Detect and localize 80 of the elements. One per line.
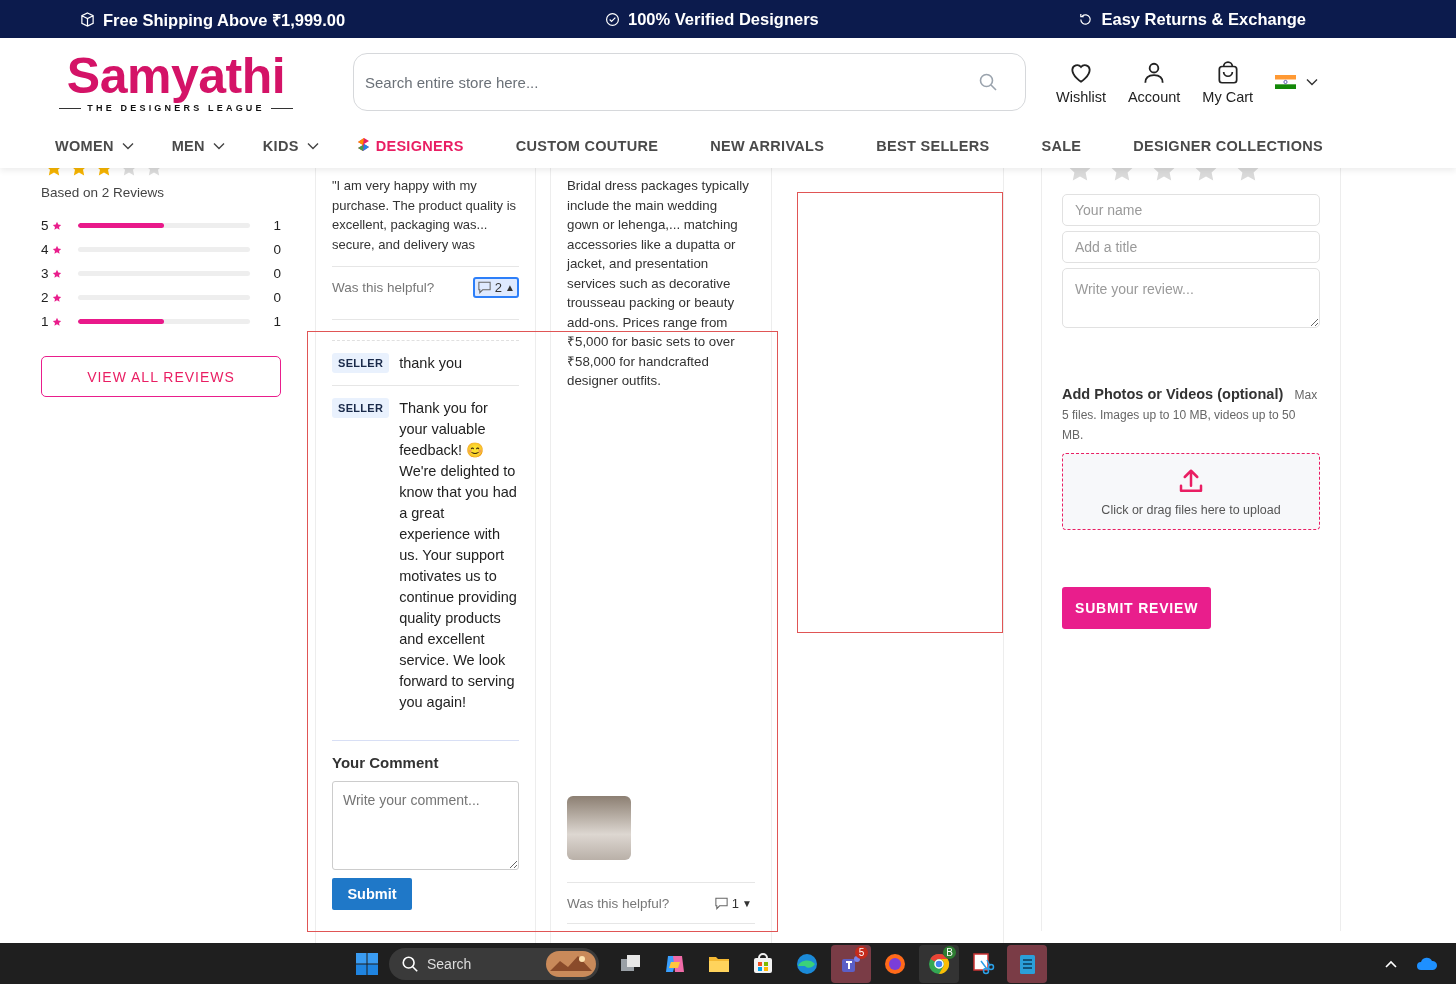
rating-count: 0	[273, 290, 281, 305]
rating-count: 1	[273, 314, 281, 329]
box-icon	[80, 11, 95, 27]
rating-count: 0	[273, 266, 281, 281]
comment-heading: Your Comment	[332, 754, 440, 771]
header-link[interactable]: Wishlist	[1056, 59, 1106, 105]
shopping-bag-icon[interactable]	[751, 951, 775, 976]
seller-badge: SELLER	[332, 353, 390, 373]
upload-instructions: Add Photos or Videos (optional) Max 5 files. Images up to 10 MB, videos up to 50 MB.	[1062, 385, 1319, 444]
header-link[interactable]: My Cart	[1202, 59, 1254, 105]
review-input[interactable]: Write your review...	[1062, 268, 1320, 328]
star-icon	[52, 316, 62, 327]
text-input[interactable]: Your name	[1062, 194, 1320, 226]
search-icon	[978, 72, 998, 92]
file-dropzone[interactable]: Click or drag files here to upload	[1062, 453, 1320, 530]
review-text: "I am very happy with my purchase. The product quality is excellent, packaging was... secure, and delivery was	[332, 177, 518, 254]
view-all-reviews-button[interactable]: VIEW ALL REVIEWS	[41, 356, 281, 397]
announcement-text: Free Shipping Above ₹1,999.00	[103, 9, 346, 31]
chevron-down-icon	[212, 142, 225, 150]
logo-wordmark[interactable]: Samyathi	[66, 51, 286, 101]
nav-link[interactable]: BEST SELLERS	[876, 138, 990, 154]
rating-label: 4	[41, 242, 50, 257]
dropzone-text: Click or drag files here to upload	[1101, 502, 1281, 517]
rating-count: 0	[273, 242, 281, 257]
submit-button[interactable]: Submit	[332, 878, 412, 910]
comment-icon	[713, 895, 729, 911]
nav-link[interactable]: WOMEN	[55, 138, 134, 154]
reply-text: Thank you for your valuable feedback! 😊 We're delighted to know that you had a great experience with us. Your support motivates us to continue providing quality products and excellent service. We look forward to serving you again!	[399, 399, 518, 712]
star-icon	[52, 292, 62, 303]
announcement-text: Easy Returns & Exchange	[1101, 9, 1306, 29]
comment-icon	[476, 279, 492, 295]
chevron-down-icon	[306, 142, 319, 150]
country-selector[interactable]	[1275, 75, 1319, 89]
chevron-up-icon	[1384, 958, 1398, 969]
nav-link[interactable]: NEW ARRIVALS	[710, 138, 825, 154]
review-count-text: Based on 2 Reviews	[41, 185, 166, 200]
wave-circle-icon[interactable]	[795, 951, 819, 976]
notification-badge: B	[943, 945, 956, 959]
cloud-icon	[1416, 955, 1438, 972]
nav-link[interactable]: DESIGNERS	[356, 138, 464, 154]
rating-label: 1	[41, 314, 50, 329]
nav-link[interactable]: MEN	[171, 138, 225, 154]
nav-link[interactable]: DESIGNER COLLECTIONS	[1133, 138, 1323, 154]
seller-badge: SELLER	[332, 398, 390, 418]
chevron-down-icon	[1306, 78, 1319, 86]
nav-link[interactable]: SALE	[1041, 138, 1082, 154]
rating-count: 1	[273, 218, 281, 233]
helpful-question: Was this helpful?	[567, 895, 670, 911]
header-link[interactable]: Account	[1127, 59, 1181, 105]
star-icon	[52, 244, 62, 255]
taskbar-search-field[interactable]: Search	[389, 947, 599, 980]
search-icon	[401, 954, 419, 973]
logo-tagline: THE DESIGNERS LEAGUE	[87, 103, 265, 113]
star-icon	[52, 268, 62, 279]
ring-icon[interactable]	[883, 951, 907, 976]
star-icon	[52, 220, 62, 231]
chevron-down-icon	[121, 142, 134, 150]
nav-link[interactable]: CUSTOM COUTURE	[515, 138, 659, 154]
announcement-text: 100% Verified Designers	[627, 9, 819, 29]
comment-input[interactable]: Write your comment...	[332, 781, 519, 870]
helpful-question: Was this helpful?	[332, 279, 435, 295]
four-squares-icon	[355, 951, 379, 976]
rating-label: 2	[41, 290, 50, 305]
reply-toggle-button[interactable]: 2 ▲	[472, 276, 519, 298]
reply-text: thank you	[399, 354, 463, 373]
reply-toggle-button[interactable]: 1 ▼	[710, 893, 755, 913]
rating-label: 3	[41, 266, 50, 281]
brand-mark-icon	[356, 138, 370, 154]
notification-badge: 5	[855, 945, 868, 959]
landscape-drawing	[546, 950, 596, 977]
nav-link[interactable]: KIDS	[262, 138, 319, 154]
rotate-arrow-icon	[1078, 11, 1094, 27]
check-circle-icon	[604, 11, 620, 27]
flag-icon	[1275, 75, 1297, 89]
review-text: Bridal dress packages typically include the main wedding gown or lehenga,... matching accessories like a dupatta or jacket, and presentation services such as decorative trousseau packing or beauty add-ons. Prices range from ₹5,000 for basic sets to over ₹58,000 for handcrafted designer outfits.	[567, 177, 750, 390]
text-input[interactable]: Add a title	[1062, 231, 1320, 263]
search-field[interactable]: Search entire store here...	[353, 53, 1026, 111]
scissors-icon[interactable]	[971, 951, 995, 976]
submit-review-button[interactable]: SUBMIT REVIEW	[1062, 587, 1212, 629]
rating-label: 5	[41, 218, 50, 233]
